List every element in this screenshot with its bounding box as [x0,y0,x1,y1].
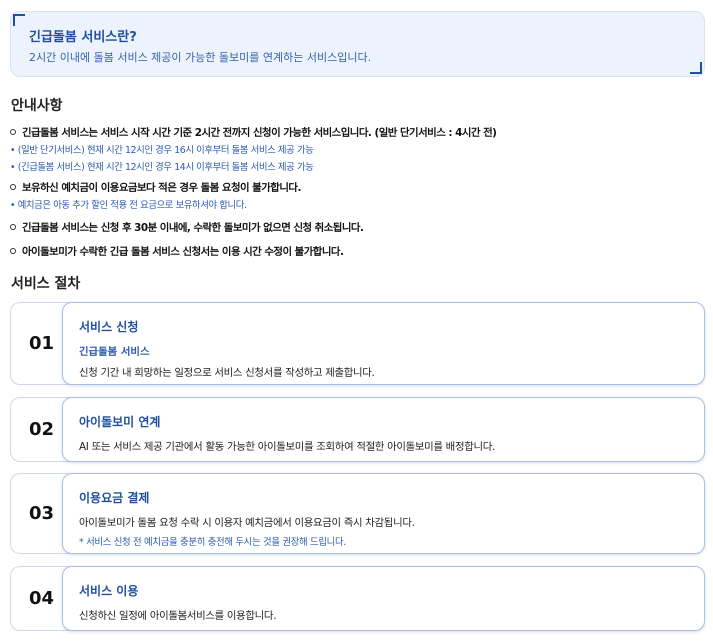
step-note: * 서비스 신청 전 예치금을 충분히 충전해 두시는 것을 권장해 드립니다. [79,537,346,548]
intro-title: 긴급돌봄 서비스란? [29,30,137,45]
step-card: 이용요금 결제 아이돌보미가 돌봄 요청 수락 시 이용자 예치금에서 이용요금… [62,473,705,554]
corner-decoration-top-left [13,14,25,26]
circle-bullet-icon [10,128,16,135]
step-card: 서비스 이용 신청하신 일정에 아이돌봄서비스를 이용합니다. [62,566,705,631]
notice-item: 긴급돌봄 서비스는 신청 후 30분 이내에, 수락한 돌보미가 없으면 신청 … [10,219,364,234]
step-title: 이용요금 결제 [79,491,150,505]
procedure-step: 04 서비스 이용 신청하신 일정에 아이돌봄서비스를 이용합니다. [10,566,705,631]
step-description: 아이돌보미가 돌봄 요청 수락 시 이용자 예치금에서 이용요금이 즉시 차감됩… [79,517,415,529]
intro-box: 긴급돌봄 서비스란? 2시간 이내에 돌봄 서비스 제공이 가능한 돌보미를 연… [10,11,705,77]
step-card: 서비스 신청 긴급돌봄 서비스 신청 기간 내 희망하는 일정으로 서비스 신청… [62,302,705,385]
step-description: AI 또는 서비스 제공 기관에서 활동 가능한 아이돌보미를 조회하여 적절한… [79,441,495,453]
notice-item: 보유하신 예치금이 이용요금보다 적은 경우 돌봄 요청이 불가합니다. • 예… [10,179,301,211]
intro-description: 2시간 이내에 돌봄 서비스 제공이 가능한 돌보미를 연계하는 서비스입니다. [29,51,372,64]
step-subtitle: 긴급돌봄 서비스 [79,346,150,358]
circle-bullet-icon [10,223,16,230]
corner-decoration-bottom-right [690,62,702,74]
notice-sub-text: • (일반 단기서비스) 현재 시간 12시인 경우 16시 이후부터 돌봄 서… [10,145,314,156]
circle-bullet-icon [10,247,16,254]
notice-item: 아이돌보미가 수락한 긴급 돌봄 서비스 신청서는 이용 시간 수정이 불가합니… [10,243,344,258]
notice-item: 긴급돌봄 서비스는 서비스 시작 시간 기준 2시간 전까지 신청이 가능한 서… [10,124,497,173]
circle-bullet-icon [10,183,16,190]
step-title: 아이돌보미 연계 [79,415,161,429]
procedure-step: 02 아이돌보미 연계 AI 또는 서비스 제공 기관에서 활동 가능한 아이돌… [10,397,705,462]
procedure-section-title: 서비스 절차 [11,276,81,292]
notice-main-text: 긴급돌봄 서비스는 신청 후 30분 이내에, 수락한 돌보미가 없으면 신청 … [22,222,364,234]
step-title: 서비스 신청 [79,320,139,334]
notice-sub-text: • 예치금은 아동 추가 할인 적용 전 요금으로 보유하셔야 합니다. [10,200,247,211]
procedure-step: 01 서비스 신청 긴급돌봄 서비스 신청 기간 내 희망하는 일정으로 서비스… [10,302,705,385]
notice-main-text: 보유하신 예치금이 이용요금보다 적은 경우 돌봄 요청이 불가합니다. [22,182,301,194]
notice-main-text: 아이돌보미가 수락한 긴급 돌봄 서비스 신청서는 이용 시간 수정이 불가합니… [22,246,344,258]
step-title: 서비스 이용 [79,584,139,598]
procedure-step: 03 이용요금 결제 아이돌보미가 돌봄 요청 수락 시 이용자 예치금에서 이… [10,473,705,554]
step-description: 신청 기간 내 희망하는 일정으로 서비스 신청서를 작성하고 제출합니다. [79,367,375,379]
step-description: 신청하신 일정에 아이돌봄서비스를 이용합니다. [79,610,277,622]
notice-section-title: 안내사항 [11,98,63,114]
notice-sub-text: • (긴급돌봄 서비스) 현재 시간 12시인 경우 14시 이후부터 돌봄 서… [10,162,314,173]
notice-main-text: 긴급돌봄 서비스는 서비스 시작 시간 기준 2시간 전까지 신청이 가능한 서… [22,127,497,139]
step-card: 아이돌보미 연계 AI 또는 서비스 제공 기관에서 활동 가능한 아이돌보미를… [62,397,705,462]
